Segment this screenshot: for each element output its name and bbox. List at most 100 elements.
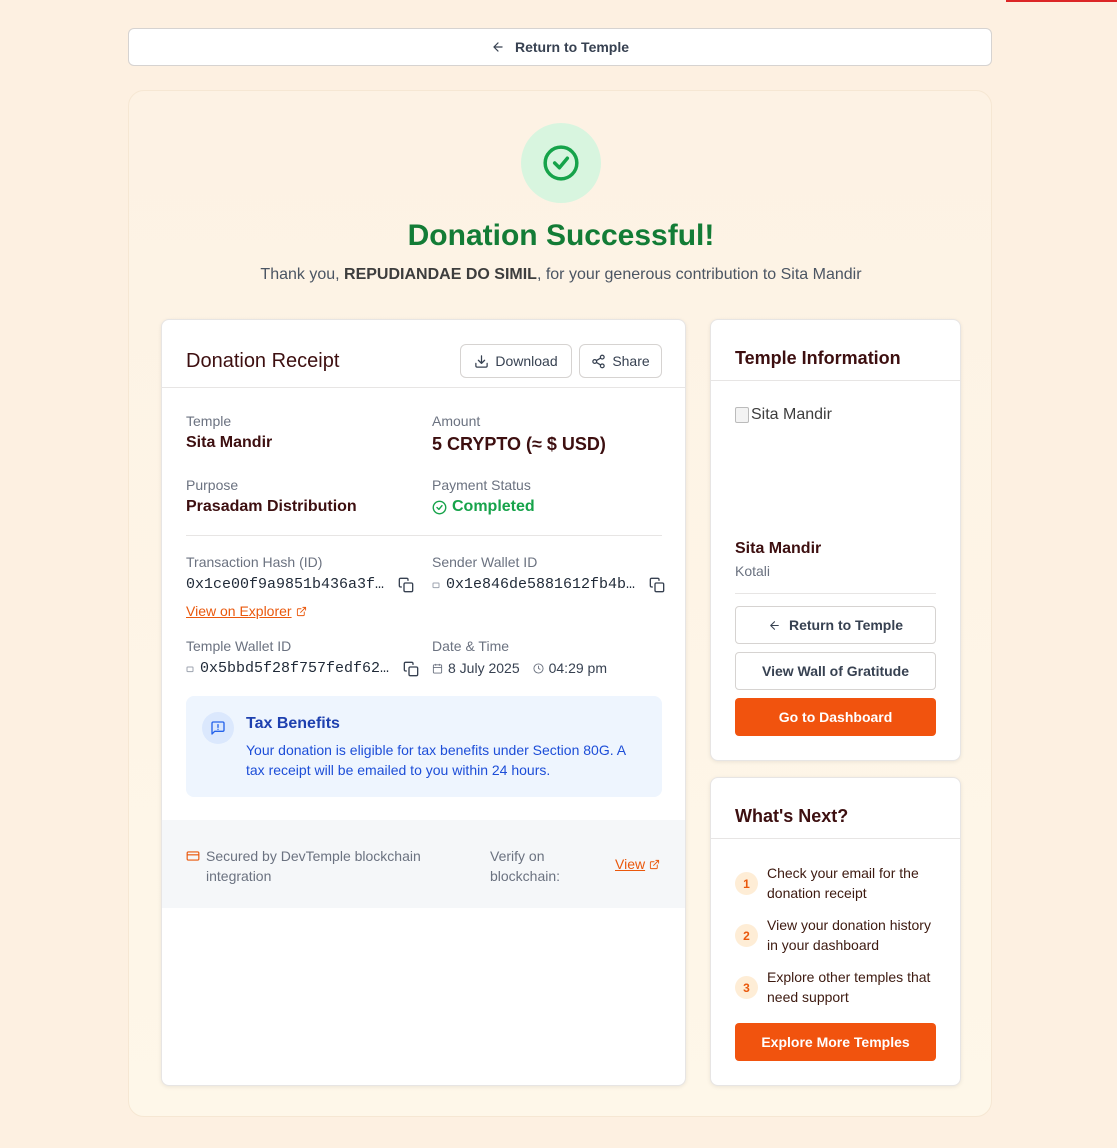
clock-icon xyxy=(533,662,544,674)
share-label: Share xyxy=(612,353,650,369)
temple-image-alt: Sita Mandir xyxy=(751,406,832,423)
share-icon xyxy=(592,354,606,368)
step-number: 2 xyxy=(735,924,758,947)
explore-more-temples-button[interactable]: Explore More Temples xyxy=(735,1023,936,1061)
return-to-temple-label: Return to Temple xyxy=(788,617,904,633)
purpose-label: Purpose xyxy=(186,477,239,493)
arrow-left-icon xyxy=(770,620,779,630)
purpose-field: Purpose Prasadam Distribution xyxy=(186,477,357,516)
broken-image-icon xyxy=(735,407,749,423)
calendar-icon xyxy=(432,663,443,674)
temple-wallet-field: Temple Wallet ID 0x5bbd5f28f757fedf62… xyxy=(186,638,419,677)
verify-view-link[interactable]: View xyxy=(615,856,660,872)
payment-status-field: Payment Status Completed xyxy=(432,477,535,516)
temple-label: Temple xyxy=(186,413,232,429)
download-icon xyxy=(475,354,489,368)
view-on-explorer-link[interactable]: View on Explorer xyxy=(186,603,307,619)
secured-text: Secured by DevTemple blockchain integrat… xyxy=(206,848,421,884)
external-link-icon xyxy=(296,606,306,616)
tax-benefits-text: Your donation is eligible for tax benefi… xyxy=(246,742,626,778)
whats-next-card: What's Next? 1 Check your email for the … xyxy=(710,777,961,1086)
transaction-hash-field: Transaction Hash (ID) 0x1ce00f9a9851b436… xyxy=(186,554,414,621)
receipt-header: Donation Receipt Download Share xyxy=(162,320,685,388)
time-value: 04:29 pm xyxy=(548,660,607,676)
view-wall-label: View Wall of Gratitude xyxy=(761,663,910,679)
page-subtitle: Thank you, REPUDIANDAE DO SIMIL, for you… xyxy=(129,266,993,284)
arrow-left-icon xyxy=(493,42,503,52)
check-circle-icon xyxy=(543,145,579,181)
wallet-icon xyxy=(432,582,440,588)
temple-wallet-value: 0x5bbd5f28f757fedf62… xyxy=(200,660,390,677)
verify-view-label: View xyxy=(615,856,646,872)
temple-information-title: Temple Information xyxy=(735,348,901,368)
date-value: 8 July 2025 xyxy=(448,660,520,676)
transaction-hash-label: Transaction Hash (ID) xyxy=(186,554,323,570)
temple-location: Kotali xyxy=(735,563,771,579)
copy-icon[interactable] xyxy=(403,661,419,677)
purpose-value: Prasadam Distribution xyxy=(186,498,357,515)
status-value: Completed xyxy=(452,498,535,515)
temple-value: Sita Mandir xyxy=(186,434,273,451)
top-accent-bar xyxy=(1006,0,1117,2)
list-item: 3 Explore other temples that need suppor… xyxy=(735,967,942,1007)
return-to-temple-label: Return to Temple xyxy=(514,39,630,55)
step-text: Check your email for the donation receip… xyxy=(767,865,919,901)
return-to-temple-top-button[interactable]: Return to Temple xyxy=(128,28,992,66)
page-title: Donation Successful! xyxy=(407,219,715,252)
donation-success-panel: Donation Successful! Thank you, REPUDIAN… xyxy=(128,90,992,1117)
step-number: 3 xyxy=(735,976,758,999)
temple-wallet-label: Temple Wallet ID xyxy=(186,638,292,654)
view-on-explorer-label: View on Explorer xyxy=(186,603,292,619)
view-wall-of-gratitude-button[interactable]: View Wall of Gratitude xyxy=(735,652,936,690)
return-to-temple-button[interactable]: Return to Temple xyxy=(735,606,936,644)
sender-wallet-value: 0x1e846de5881612fb4b… xyxy=(446,576,636,593)
receipt-divider xyxy=(186,535,662,536)
step-number: 1 xyxy=(735,872,758,895)
download-button[interactable]: Download xyxy=(460,344,572,378)
transaction-hash-value: 0x1ce00f9a9851b436a3f… xyxy=(186,576,385,593)
list-item: 1 Check your email for the donation rece… xyxy=(735,863,942,903)
download-label: Download xyxy=(495,353,558,369)
whats-next-title: What's Next? xyxy=(735,806,849,826)
step-text: View your donation history in your dashb… xyxy=(767,917,931,953)
temple-name: Sita Mandir xyxy=(735,540,822,557)
amount-label: Amount xyxy=(432,413,481,429)
share-button[interactable]: Share xyxy=(579,344,662,378)
card-divider xyxy=(735,593,936,594)
temple-field: Temple Sita Mandir xyxy=(186,413,272,452)
amount-value: 5 CRYPTO (≈ $ USD) xyxy=(432,434,606,454)
message-alert-icon xyxy=(211,721,225,735)
copy-icon[interactable] xyxy=(649,577,665,593)
payment-status-label: Payment Status xyxy=(432,477,531,493)
subtitle-prefix: Thank you, xyxy=(260,266,345,283)
tax-benefits-title: Tax Benefits xyxy=(246,715,340,732)
card-divider xyxy=(711,838,960,839)
success-badge xyxy=(521,123,601,203)
wallet-icon xyxy=(186,666,194,672)
external-link-icon xyxy=(650,859,660,869)
date-time-label: Date & Time xyxy=(432,638,510,654)
date-time-field: Date & Time 8 July 2025 04:29 pm xyxy=(432,638,607,676)
card-divider xyxy=(711,380,960,381)
sender-wallet-field: Sender Wallet ID 0x1e846de5881612fb4b… xyxy=(432,554,665,593)
explore-more-temples-label: Explore More Temples xyxy=(761,1034,910,1050)
check-circle-icon xyxy=(432,500,447,514)
temple-information-card: Temple Information Sita Mandir Sita Mand… xyxy=(710,319,961,761)
receipt-title: Donation Receipt xyxy=(186,350,340,372)
subtitle-suffix: , for your generous contribution to Sita… xyxy=(536,266,862,283)
temple-image: Sita Mandir xyxy=(735,406,832,424)
copy-icon[interactable] xyxy=(398,577,414,593)
sender-wallet-label: Sender Wallet ID xyxy=(432,554,538,570)
secured-note: Secured by DevTemple blockchain integrat… xyxy=(186,846,446,886)
tax-benefits-box: Tax Benefits Your donation is eligible f… xyxy=(186,696,662,797)
go-to-dashboard-label: Go to Dashboard xyxy=(778,709,893,725)
go-to-dashboard-button[interactable]: Go to Dashboard xyxy=(735,698,936,736)
tax-icon-wrap xyxy=(202,712,234,744)
status-badge: Completed xyxy=(432,498,535,516)
amount-field: Amount 5 CRYPTO (≈ $ USD) xyxy=(432,413,606,455)
blockchain-footer: Secured by DevTemple blockchain integrat… xyxy=(162,820,685,908)
donation-receipt-card: Donation Receipt Download Share Temple S… xyxy=(161,319,686,1086)
verify-label: Verify on blockchain: xyxy=(490,848,561,884)
donor-name: REPUDIANDAE DO SIMIL xyxy=(344,266,537,283)
list-item: 2 View your donation history in your das… xyxy=(735,915,942,955)
